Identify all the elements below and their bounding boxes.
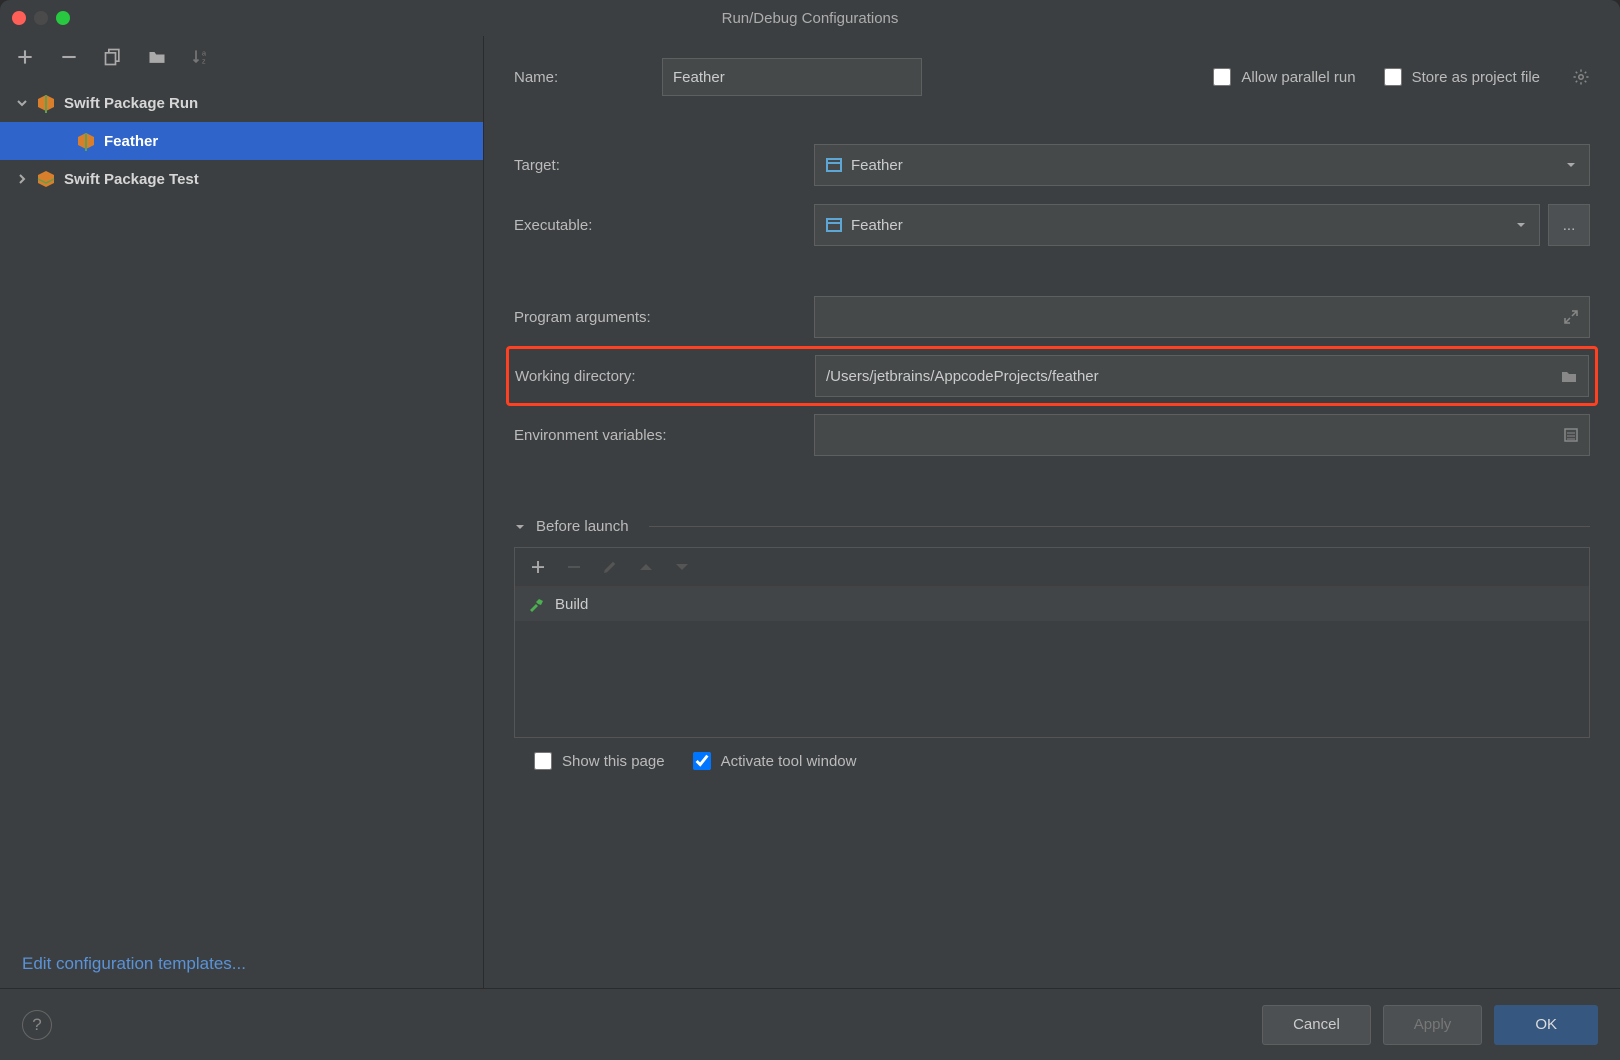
executable-label: Executable: <box>514 217 814 234</box>
env-vars-label: Environment variables: <box>514 427 814 444</box>
chevron-right-icon <box>16 173 28 185</box>
executable-browse-button[interactable]: ... <box>1548 204 1590 246</box>
move-up-button[interactable] <box>637 558 655 576</box>
folder-icon[interactable] <box>1560 367 1578 385</box>
select-value: Feather <box>851 157 903 174</box>
chevron-down-icon <box>514 521 526 533</box>
package-icon <box>36 169 56 189</box>
sidebar: az Swift Package Run Feather Swift Packa… <box>0 36 484 988</box>
target-select[interactable]: Feather <box>814 144 1590 186</box>
name-label: Name: <box>514 69 634 86</box>
chevron-down-icon <box>16 97 28 109</box>
sidebar-toolbar: az <box>0 36 483 78</box>
add-config-button[interactable] <box>14 46 36 68</box>
remove-task-button[interactable] <box>565 558 583 576</box>
folder-config-button[interactable] <box>146 46 168 68</box>
store-as-project-file-checkbox[interactable]: Store as project file <box>1384 68 1540 86</box>
fullscreen-window-button[interactable] <box>56 11 70 25</box>
checkbox-label: Activate tool window <box>721 753 857 770</box>
env-vars-input[interactable] <box>814 414 1590 456</box>
close-window-button[interactable] <box>12 11 26 25</box>
gear-icon[interactable] <box>1572 68 1590 86</box>
tree-node-label: Swift Package Test <box>64 171 199 188</box>
tree-node-swift-package-test[interactable]: Swift Package Test <box>0 160 483 198</box>
dialog-footer: ? Cancel Apply OK <box>0 988 1620 1060</box>
checkbox-label: Show this page <box>562 753 665 770</box>
edit-templates-link[interactable]: Edit configuration templates... <box>22 954 246 973</box>
window-icon <box>825 216 843 234</box>
checkbox-label: Store as project file <box>1412 69 1540 86</box>
config-form: Name: Allow parallel run Store as projec… <box>484 36 1620 988</box>
working-dir-label: Working directory: <box>515 368 815 385</box>
task-label: Build <box>555 596 588 613</box>
input-value: /Users/jetbrains/AppcodeProjects/feather <box>826 368 1099 385</box>
tree-node-label: Feather <box>104 133 158 150</box>
package-icon <box>36 93 56 113</box>
before-launch-header[interactable]: Before launch <box>514 518 1590 535</box>
add-task-button[interactable] <box>529 558 547 576</box>
titlebar: Run/Debug Configurations <box>0 0 1620 36</box>
edit-task-button[interactable] <box>601 558 619 576</box>
checkbox-label: Allow parallel run <box>1241 69 1355 86</box>
caret-down-icon <box>1565 159 1577 171</box>
list-icon[interactable] <box>1563 427 1579 443</box>
tree-node-label: Swift Package Run <box>64 95 198 112</box>
hammer-icon <box>527 595 545 613</box>
executable-select[interactable]: Feather <box>814 204 1540 246</box>
caret-down-icon <box>1515 219 1527 231</box>
expand-icon[interactable] <box>1563 309 1579 325</box>
copy-config-button[interactable] <box>102 46 124 68</box>
show-this-page-checkbox[interactable]: Show this page <box>534 752 665 770</box>
svg-text:z: z <box>202 57 206 66</box>
allow-parallel-run-checkbox[interactable]: Allow parallel run <box>1213 68 1355 86</box>
window-controls <box>12 11 70 25</box>
working-dir-input[interactable]: /Users/jetbrains/AppcodeProjects/feather <box>815 355 1589 397</box>
move-down-button[interactable] <box>673 558 691 576</box>
apply-button[interactable]: Apply <box>1383 1005 1483 1045</box>
before-launch-box: Build <box>514 547 1590 738</box>
config-tree: Swift Package Run Feather Swift Package … <box>0 78 483 940</box>
sort-az-button[interactable]: az <box>190 46 212 68</box>
minimize-window-button[interactable] <box>34 11 48 25</box>
name-input[interactable] <box>662 58 922 96</box>
tree-node-feather[interactable]: Feather <box>0 122 483 160</box>
tree-node-swift-package-run[interactable]: Swift Package Run <box>0 84 483 122</box>
package-icon <box>76 131 96 151</box>
section-title: Before launch <box>536 518 629 535</box>
program-args-label: Program arguments: <box>514 309 814 326</box>
working-directory-highlight: Working directory: /Users/jetbrains/Appc… <box>506 346 1598 406</box>
help-button[interactable]: ? <box>22 1010 52 1040</box>
select-value: Feather <box>851 217 903 234</box>
activate-tool-window-checkbox[interactable]: Activate tool window <box>693 752 857 770</box>
window-title: Run/Debug Configurations <box>722 10 899 27</box>
before-launch-item[interactable]: Build <box>515 587 1589 621</box>
ok-button[interactable]: OK <box>1494 1005 1598 1045</box>
target-label: Target: <box>514 157 814 174</box>
remove-config-button[interactable] <box>58 46 80 68</box>
window-icon <box>825 156 843 174</box>
program-args-input[interactable] <box>814 296 1590 338</box>
cancel-button[interactable]: Cancel <box>1262 1005 1371 1045</box>
